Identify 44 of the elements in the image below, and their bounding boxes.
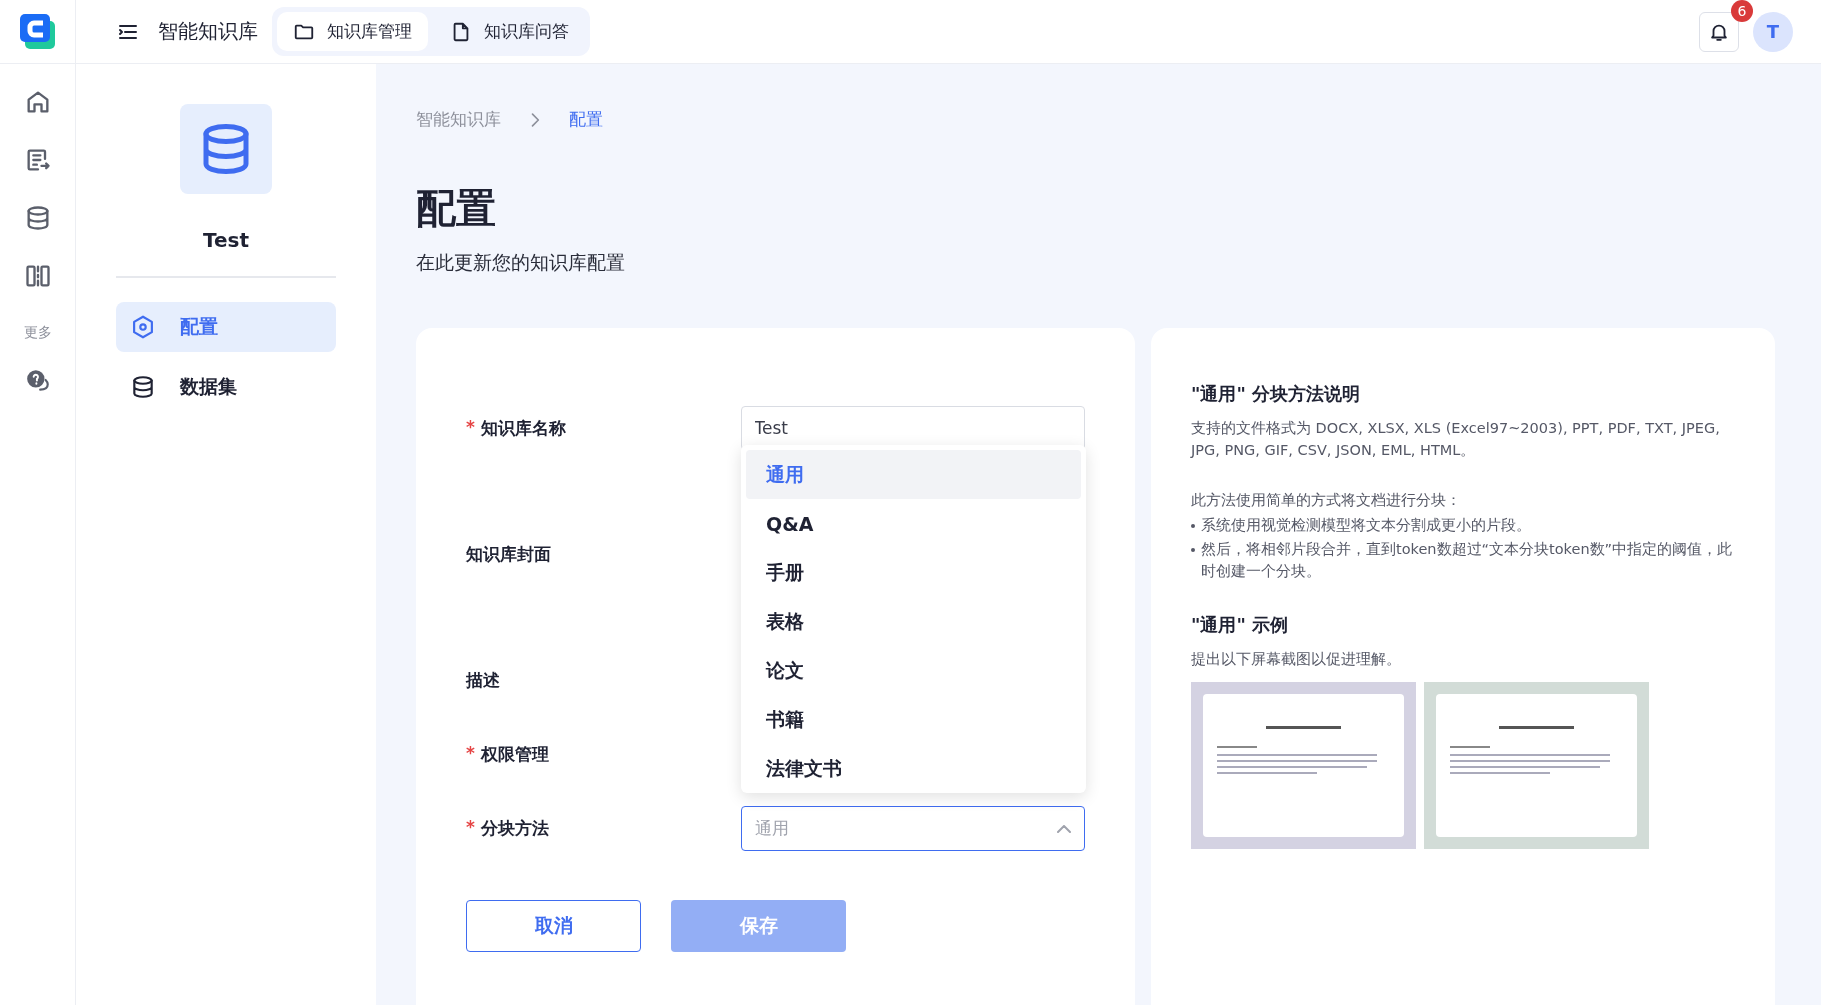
knowledge-base-name: Test	[203, 228, 249, 252]
dropdown-option[interactable]: 论文	[746, 646, 1081, 695]
nav-tab[interactable]: 知识库管理	[277, 12, 428, 51]
required-mark: *	[466, 817, 475, 839]
example-text: 提出以下屏幕截图以促进理解。	[1191, 649, 1402, 669]
required-mark: *	[466, 416, 475, 439]
example-title: "通用" 示例	[1191, 612, 1290, 637]
field-label: 知识库封面	[466, 542, 551, 566]
page-subtitle: 在此更新您的知识库配置	[416, 250, 626, 275]
field-label: 分块方法	[480, 817, 549, 840]
help-chat-icon	[24, 368, 51, 394]
chevron-up-icon	[1057, 824, 1071, 833]
bullet-dot	[1191, 524, 1195, 529]
name-input[interactable]: Test	[740, 406, 1085, 450]
nav-tab[interactable]: 知识库问答	[434, 12, 585, 51]
dropdown-option[interactable]: 手册	[746, 548, 1081, 597]
dropdown-option[interactable]: 法律文书	[746, 744, 1081, 793]
page-title: 配置	[416, 184, 497, 233]
cancel-button[interactable]: 取消	[466, 900, 641, 952]
breadcrumb-link[interactable]: 配置	[569, 108, 603, 131]
bullet-text: 然后，将相邻片段合并，直到token数超过“文本分块token数”中指定的阈值，此时创建一个分块。	[1201, 540, 1734, 581]
formats-text: 支持的文件格式为 DOCX, XLSX, XLS (Excel97~2003), PPT, PDF, TXT, JPEG, JPG, PNG, GIF, CSV, JSON, EML, HTML。	[1191, 419, 1721, 460]
notification-count: 6	[1731, 0, 1753, 22]
field-label: 知识库名称	[480, 416, 566, 440]
help-title: "通用" 分块方法说明	[1191, 382, 1362, 406]
database-icon	[130, 374, 156, 400]
dropdown-option[interactable]: Q&A	[746, 499, 1081, 548]
app-title: 智能知识库	[158, 18, 258, 45]
field-label: 描述	[466, 668, 500, 692]
hexagon-gear-icon	[130, 314, 156, 340]
more-label: 更多	[23, 324, 52, 342]
logo-icon	[18, 12, 57, 51]
bullet-dot	[1191, 548, 1195, 552]
sidebar-item[interactable]: 数据集	[116, 362, 336, 412]
bullet-text: 系统使用视觉检测模型将文本分割成更小的片段。	[1201, 516, 1531, 536]
field-label: 权限管理	[480, 742, 549, 766]
method-intro: 此方法使用简单的方式将文档进行分块：	[1191, 490, 1462, 510]
dropdown-option[interactable]: 通用	[746, 450, 1081, 499]
required-mark: *	[466, 742, 475, 765]
notification-button[interactable]	[1699, 11, 1739, 52]
dropdown-option[interactable]: 表格	[746, 597, 1081, 646]
user-avatar[interactable]: T	[1753, 11, 1793, 52]
dropdown-option[interactable]: 书籍	[746, 695, 1081, 744]
sidebar-item[interactable]: 配置	[116, 302, 336, 352]
